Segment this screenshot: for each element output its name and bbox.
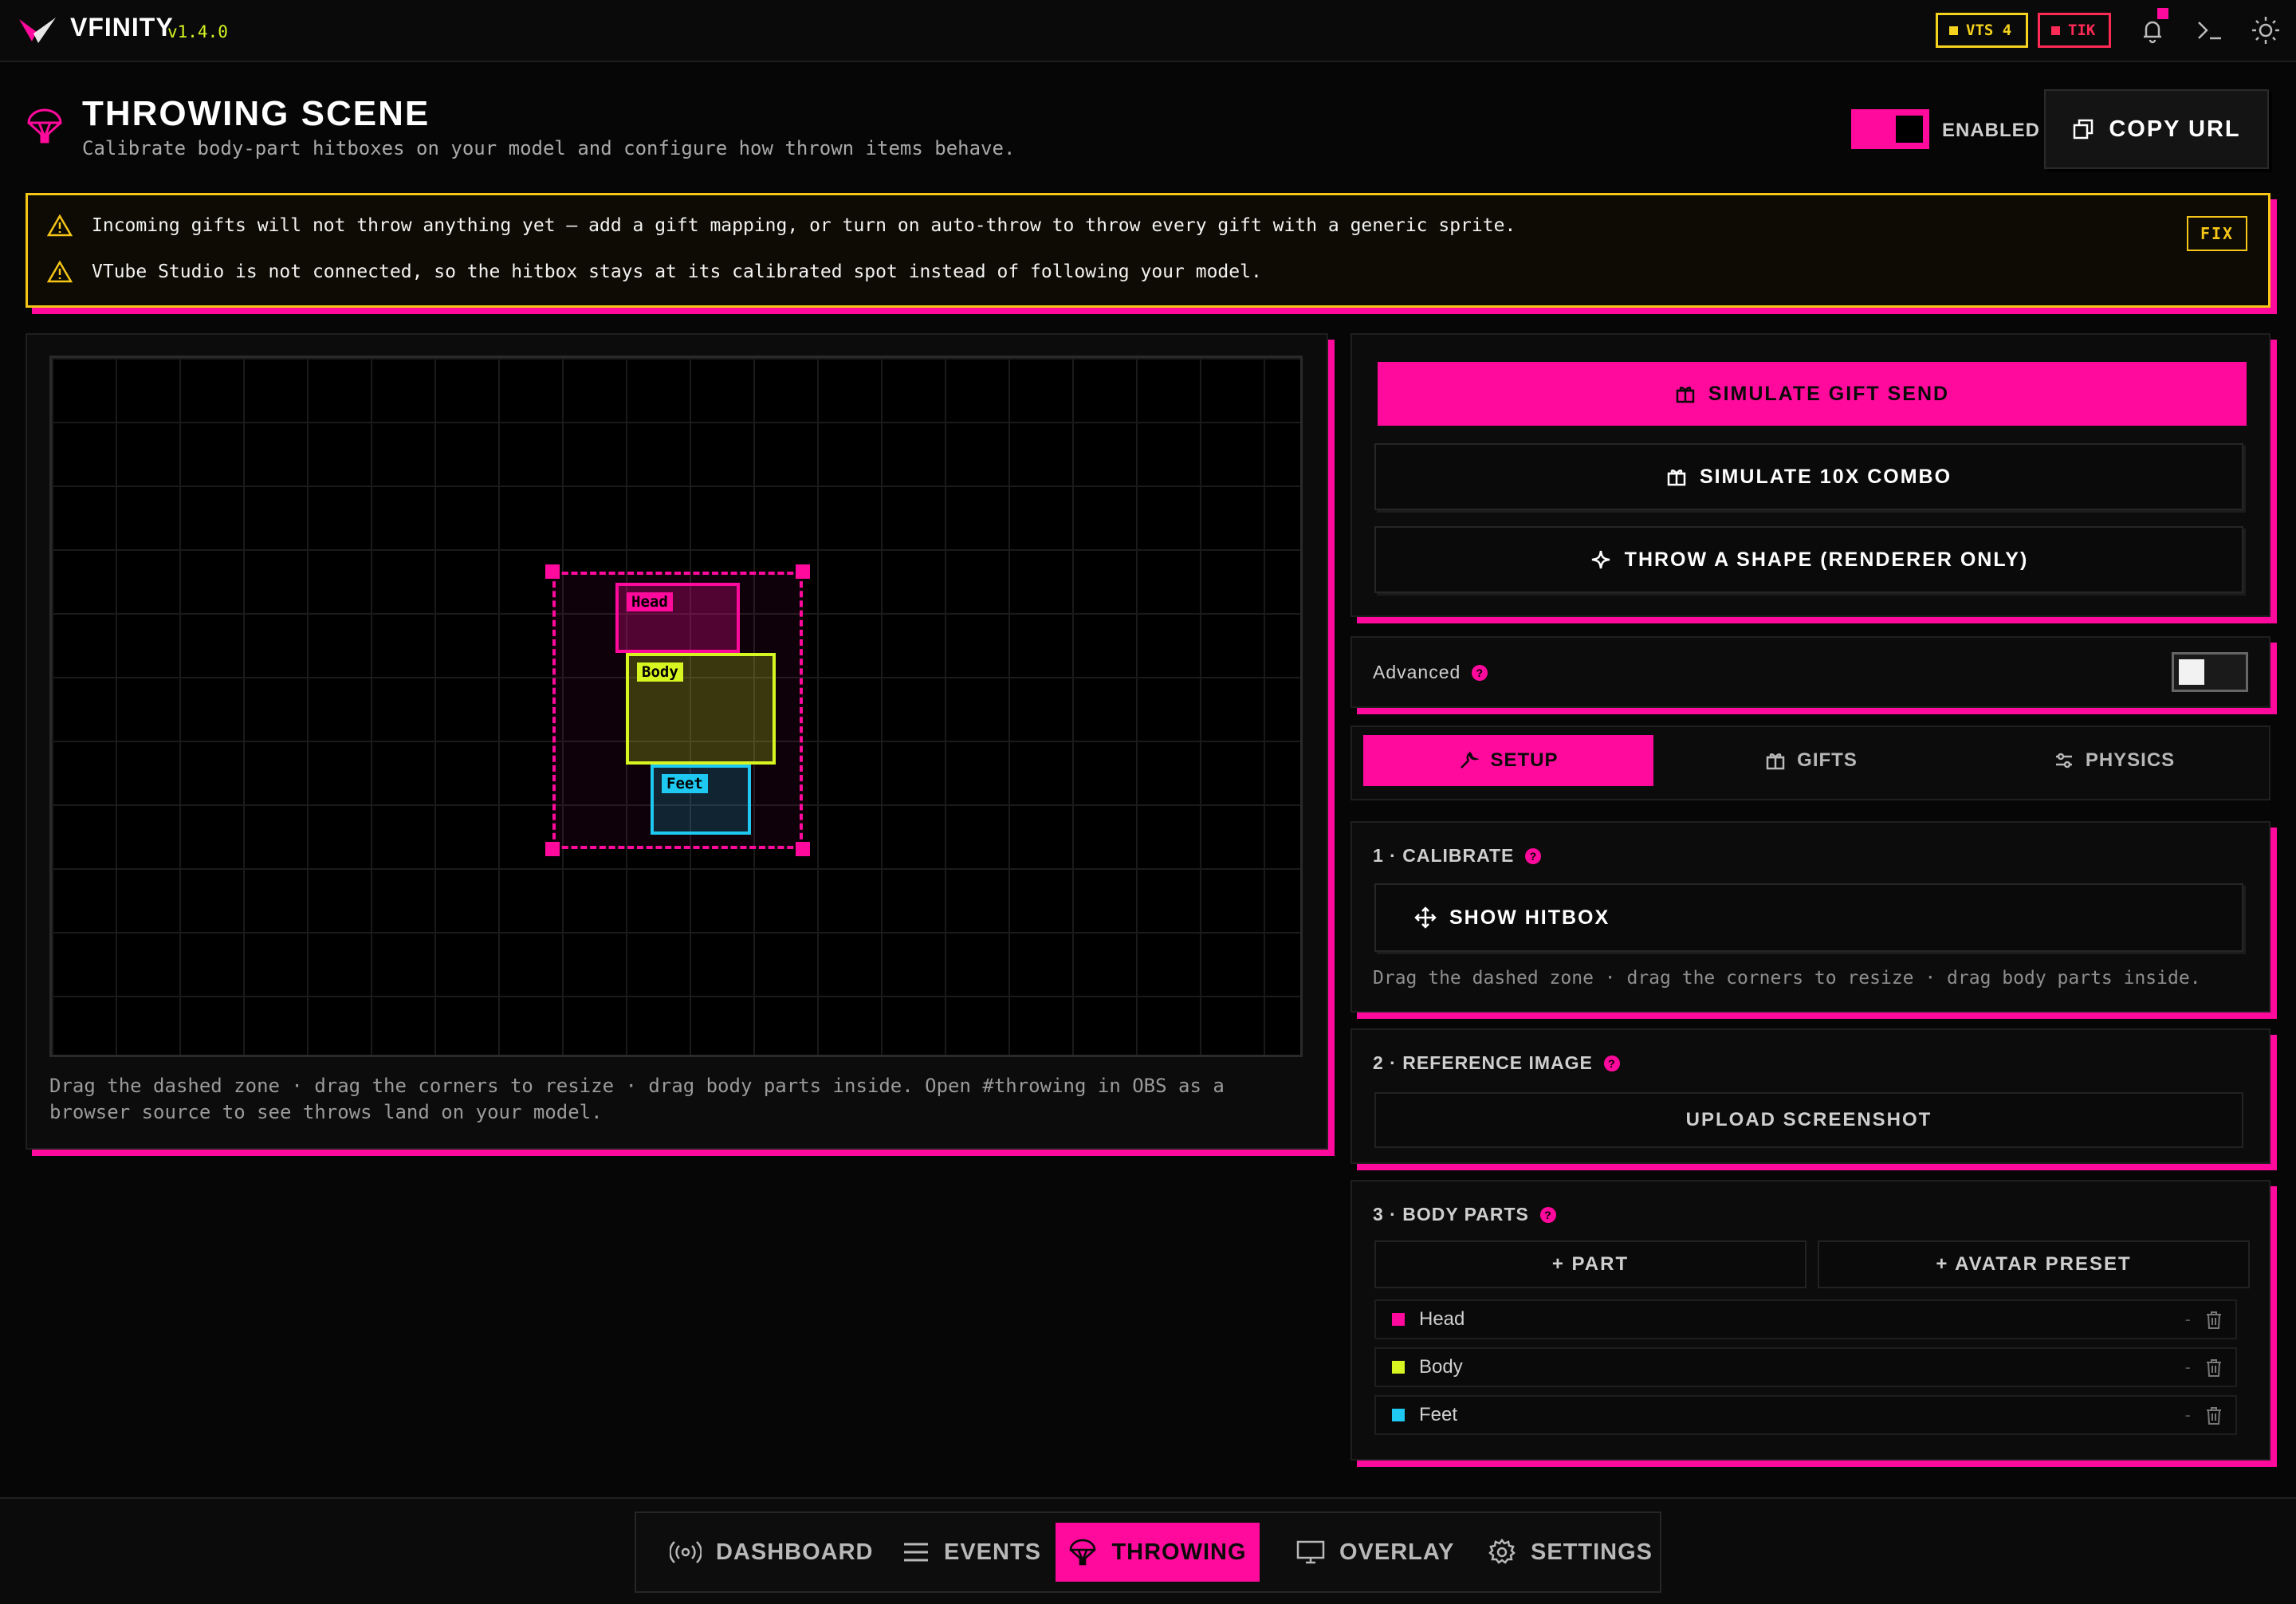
zone-corner-handle[interactable] xyxy=(545,564,560,579)
bottom-nav: DASHBOARD EVENTS THROWING OVERLAY SETTIN… xyxy=(635,1512,1661,1593)
monitor-icon xyxy=(1296,1540,1325,1564)
help-icon[interactable]: ? xyxy=(1603,1055,1620,1071)
body-hitbox[interactable]: Body xyxy=(626,653,776,765)
help-icon[interactable]: ? xyxy=(1472,664,1488,681)
warning-icon xyxy=(47,214,73,237)
nav-events[interactable]: EVENTS xyxy=(902,1523,1041,1582)
status-square-icon xyxy=(2051,26,2060,35)
help-icon[interactable]: ? xyxy=(1525,847,1542,864)
tab-gifts[interactable]: GIFTS xyxy=(1666,735,1956,786)
gear-icon xyxy=(1488,1538,1516,1564)
head-hitbox[interactable]: Head xyxy=(615,583,740,653)
move-icon xyxy=(1414,906,1437,929)
body-parts-title: 3 · BODY PARTS ? xyxy=(1373,1204,1556,1225)
advanced-label: Advanced ? xyxy=(1373,662,1488,683)
gift-icon xyxy=(1676,387,1695,403)
tab-setup[interactable]: SETUP xyxy=(1363,735,1653,786)
app-version: v1.4.0 xyxy=(167,22,228,41)
hitbox-canvas-panel: Head Body Feet Drag the dashed zone · dr… xyxy=(26,333,1328,1150)
page-title: THROWING SCENE xyxy=(82,94,431,133)
list-icon xyxy=(904,1543,928,1562)
fix-button[interactable]: FIX xyxy=(2187,216,2247,251)
trash-icon[interactable] xyxy=(2204,1358,2224,1378)
color-swatch xyxy=(1392,1409,1405,1421)
body-parts-panel: 3 · BODY PARTS ? + PART + AVATAR PRESET … xyxy=(1350,1180,2270,1461)
nav-throwing[interactable]: THROWING xyxy=(1056,1523,1260,1582)
avatar-preset-button[interactable]: + AVATAR PRESET xyxy=(1818,1240,2250,1288)
simulate-combo-button[interactable]: SIMULATE 10X COMBO xyxy=(1374,443,2243,510)
nav-settings[interactable]: SETTINGS xyxy=(1488,1523,1653,1582)
simulate-gift-button[interactable]: SIMULATE GIFT SEND xyxy=(1378,362,2247,426)
bell-icon[interactable] xyxy=(2137,14,2168,46)
broadcast-icon xyxy=(670,1541,702,1563)
warning-icon xyxy=(47,261,73,283)
hitbox-canvas[interactable]: Head Body Feet xyxy=(49,356,1303,1057)
zone-corner-handle[interactable] xyxy=(545,842,560,856)
terminal-icon[interactable] xyxy=(2194,14,2226,46)
show-hitbox-button[interactable]: SHOW HITBOX xyxy=(1374,883,2243,952)
reference-title: 2 · REFERENCE IMAGE ? xyxy=(1373,1052,1620,1074)
vfinity-logo-icon xyxy=(19,18,56,43)
advanced-toggle[interactable] xyxy=(2172,652,2248,692)
gift-icon xyxy=(1667,470,1686,486)
enabled-label: ENABLED xyxy=(1942,120,2041,141)
tab-bar: SETUP GIFTS PHYSICS xyxy=(1350,725,2270,800)
advanced-panel: Advanced ? xyxy=(1350,636,2270,708)
calibrate-help-text: Drag the dashed zone · drag the corners … xyxy=(1373,968,2201,989)
warning-line: VTube Studio is not connected, so the hi… xyxy=(47,261,1262,283)
copy-url-button[interactable]: COPY URL xyxy=(2044,89,2269,169)
wrench-icon xyxy=(1461,751,1480,769)
reference-image-panel: 2 · REFERENCE IMAGE ? UPLOAD SCREENSHOT xyxy=(1350,1028,2270,1164)
upload-screenshot-button[interactable]: UPLOAD SCREENSHOT xyxy=(1374,1092,2243,1148)
tiktok-status-badge[interactable]: TIK xyxy=(2038,13,2111,48)
help-icon[interactable]: ? xyxy=(1539,1206,1556,1223)
parachute-icon xyxy=(27,108,62,143)
body-part-row[interactable]: Feet - xyxy=(1374,1395,2237,1435)
top-bar: VFINITY v1.4.0 VTS 4 TIK xyxy=(0,0,2296,62)
brand-name: VFINITY xyxy=(70,13,174,41)
trash-icon[interactable] xyxy=(2204,1405,2224,1426)
actions-panel: SIMULATE GIFT SEND SIMULATE 10X COMBO TH… xyxy=(1350,333,2270,617)
body-part-row[interactable]: Head - xyxy=(1374,1299,2237,1339)
nav-overlay[interactable]: OVERLAY xyxy=(1296,1523,1455,1582)
nav-dashboard[interactable]: DASHBOARD xyxy=(670,1523,874,1582)
feet-hitbox[interactable]: Feet xyxy=(651,765,751,835)
vts-status-badge[interactable]: VTS 4 xyxy=(1936,13,2028,48)
add-part-button[interactable]: + PART xyxy=(1374,1240,1807,1288)
gift-icon xyxy=(1766,753,1785,770)
calibrate-panel: 1 · CALIBRATE ? SHOW HITBOX Drag the das… xyxy=(1350,821,2270,1012)
color-swatch xyxy=(1392,1313,1405,1326)
warning-line: Incoming gifts will not throw anything y… xyxy=(47,214,1516,237)
sun-icon[interactable] xyxy=(2250,14,2282,46)
calibrate-title: 1 · CALIBRATE ? xyxy=(1373,845,1542,867)
canvas-help-text: Drag the dashed zone · drag the corners … xyxy=(49,1075,1225,1123)
color-swatch xyxy=(1392,1361,1405,1374)
notification-dot xyxy=(2157,8,2168,19)
page-subtitle: Calibrate body-part hitboxes on your mod… xyxy=(82,137,1016,159)
sparkle-icon xyxy=(1591,550,1610,569)
copy-icon xyxy=(2074,119,2094,140)
status-square-icon xyxy=(1949,26,1958,35)
zone-corner-handle[interactable] xyxy=(796,564,810,579)
zone-corner-handle[interactable] xyxy=(796,842,810,856)
warning-banner: Incoming gifts will not throw anything y… xyxy=(26,193,2270,308)
throw-shape-button[interactable]: THROW A SHAPE (RENDERER ONLY) xyxy=(1374,526,2243,593)
tab-physics[interactable]: PHYSICS xyxy=(1969,735,2259,786)
enabled-toggle[interactable] xyxy=(1851,109,1929,149)
parachute-icon xyxy=(1070,1539,1096,1566)
trash-icon[interactable] xyxy=(2204,1310,2224,1331)
sliders-icon xyxy=(2055,753,2072,769)
body-part-row[interactable]: Body - xyxy=(1374,1347,2237,1387)
